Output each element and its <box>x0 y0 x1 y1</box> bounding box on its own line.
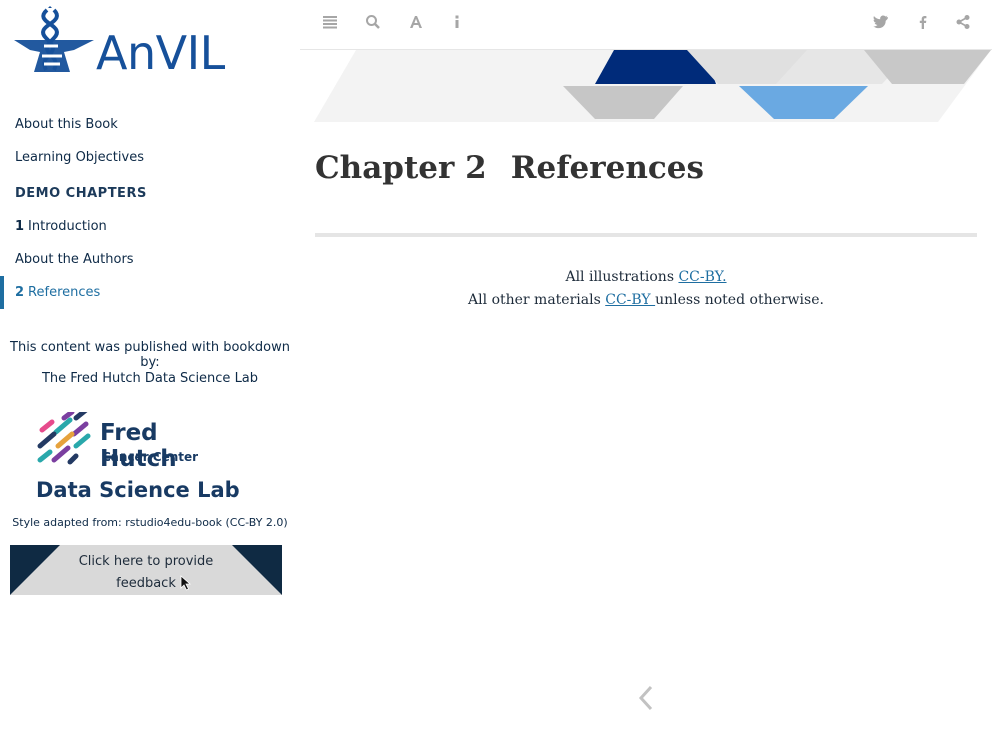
published-by-text: This content was published with bookdown… <box>10 340 290 370</box>
cc-by-illustrations-link[interactable]: CC-BY. <box>678 269 726 285</box>
sidebar-item-learning-objectives[interactable]: Learning Objectives <box>0 141 300 174</box>
page-title: Chapter 2 References <box>315 150 704 186</box>
cc-by-materials-link[interactable]: CC-BY <box>605 292 655 308</box>
feedback-corner-left <box>10 545 60 595</box>
chapter-title-text: References <box>510 150 704 186</box>
chapter-number: 1 <box>15 219 25 234</box>
book-toolbar <box>300 0 992 50</box>
sidebar-section-header: DEMO CHAPTERS <box>15 186 147 201</box>
chapter-number: 2 <box>15 285 25 300</box>
facebook-icon[interactable] <box>913 14 933 34</box>
fred-hutch-subtitle: Cancer Center <box>102 450 199 464</box>
share-icon[interactable] <box>953 14 973 34</box>
previous-page-button[interactable] <box>636 684 658 712</box>
fred-hutch-title: Fred Hutch <box>100 420 177 472</box>
sidebar-item-label: Introduction <box>28 219 107 234</box>
sidebar-item-label: Learning Objectives <box>15 150 144 165</box>
license-line-illustrations: All illustrations CC-BY. <box>315 266 977 289</box>
font-settings-icon[interactable] <box>406 14 426 34</box>
fred-hutch-logo[interactable]: Fred Hutch Cancer Center Data Science La… <box>36 412 242 504</box>
fred-hutch-mark-icon <box>37 412 91 465</box>
chapter-banner <box>314 50 991 122</box>
sidebar-item-label: About this Book <box>15 117 118 132</box>
sidebar-item-introduction[interactable]: 1 Introduction <box>0 210 300 243</box>
license-text: All illustrations <box>565 269 679 285</box>
license-text: unless noted otherwise. <box>655 292 824 308</box>
anvil-logo-text: AnVIL <box>96 26 225 80</box>
search-icon[interactable] <box>363 14 383 34</box>
feedback-label: Click here to provide feedback <box>78 554 214 591</box>
sidebar-item-about-book[interactable]: About this Book <box>0 108 300 141</box>
anvil-icon <box>14 6 94 72</box>
sidebar-item-label: References <box>28 285 101 300</box>
cursor-pointer-icon <box>180 575 192 591</box>
feedback-button[interactable]: Click here to provide feedback <box>10 545 282 595</box>
sidebar-nav: About this Book Learning Objectives DEMO… <box>0 108 300 309</box>
menu-icon[interactable] <box>320 14 340 34</box>
sidebar-item-label: About the Authors <box>15 252 134 267</box>
anvil-logo[interactable]: AnVIL <box>14 6 242 78</box>
feedback-corner-right <box>232 545 282 595</box>
sidebar: AnVIL About this Book Learning Objective… <box>0 0 300 744</box>
info-icon[interactable] <box>447 14 467 34</box>
sidebar-item-about-authors[interactable]: About the Authors <box>0 243 300 276</box>
chapter-number-label: Chapter 2 <box>315 150 487 186</box>
license-notice: All illustrations CC-BY. All other mater… <box>315 266 977 312</box>
twitter-icon[interactable] <box>871 14 891 34</box>
data-science-lab-title: Data Science Lab <box>36 478 240 502</box>
title-divider <box>315 233 977 237</box>
style-note: Style adapted from: rstudio4edu-book (CC… <box>12 516 288 529</box>
license-line-materials: All other materials CC-BY unless noted o… <box>315 289 977 312</box>
sidebar-item-references[interactable]: 2 References <box>0 276 300 309</box>
license-text: All other materials <box>468 292 606 308</box>
chevron-left-icon <box>638 685 653 711</box>
lab-name-link[interactable]: The Fred Hutch Data Science Lab <box>0 371 300 386</box>
